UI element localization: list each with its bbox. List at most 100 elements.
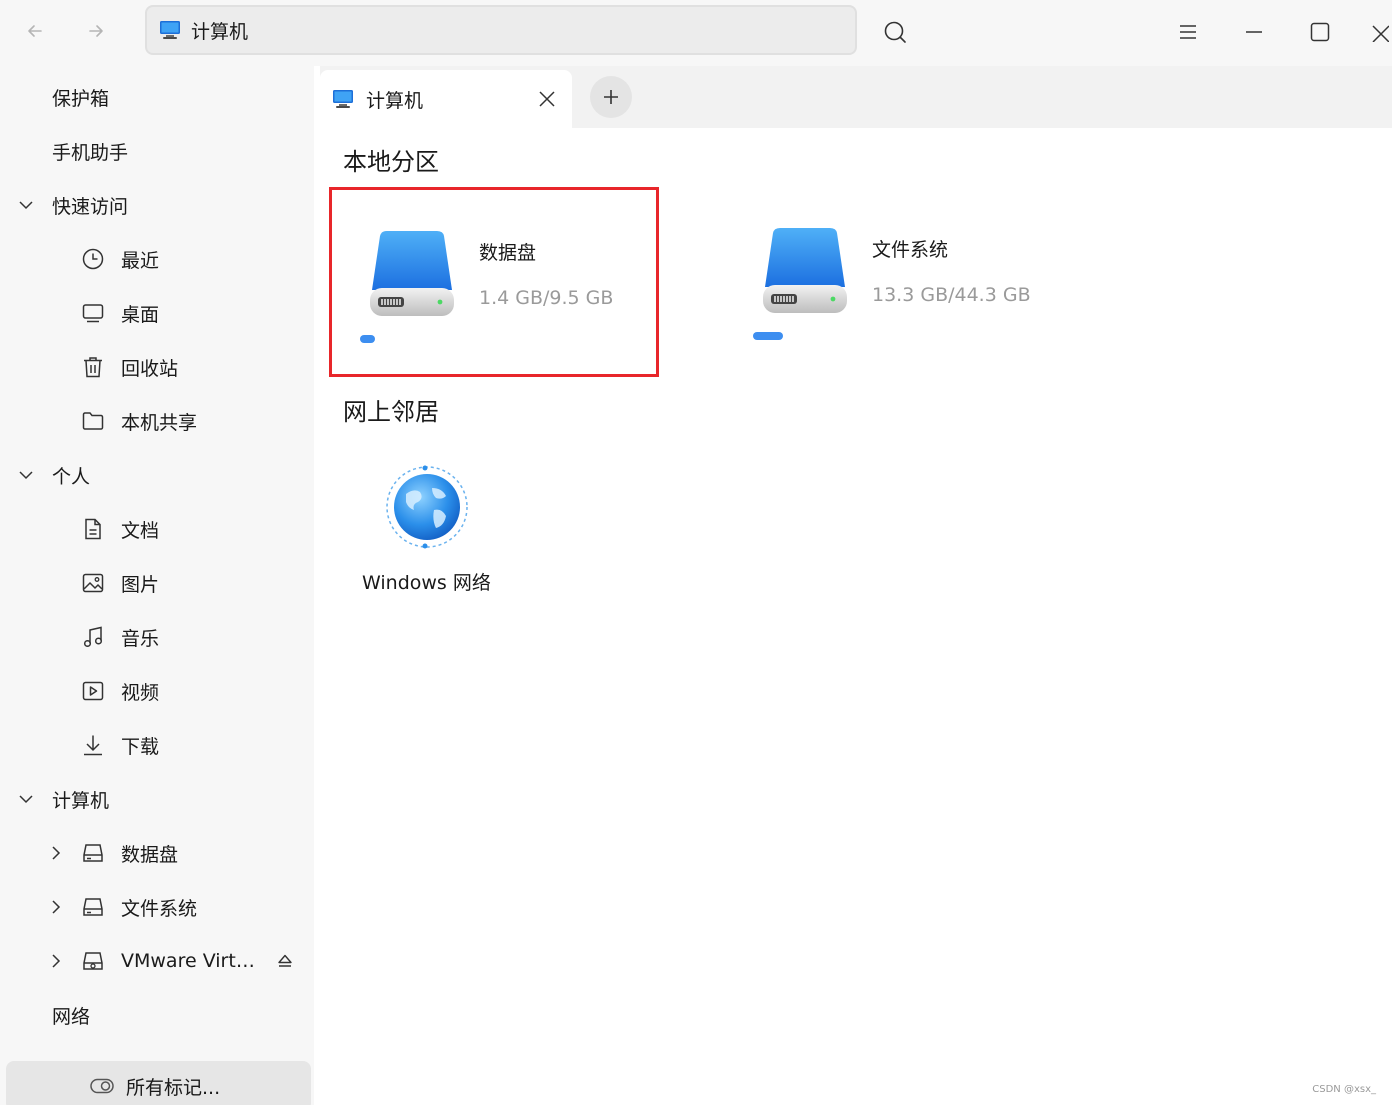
sidebar-group-label: 个人: [52, 465, 91, 488]
sidebar-item-vault[interactable]: 保护箱: [0, 74, 314, 120]
sidebar-item-label: 网络: [52, 1005, 91, 1028]
computer-icon: [333, 90, 353, 108]
sidebar-item-pictures[interactable]: 图片: [0, 560, 314, 606]
sidebar-item-label: 手机助手: [52, 141, 129, 164]
clock-icon: [80, 246, 106, 272]
sidebar-group-quick-access[interactable]: 快速访问: [0, 182, 314, 228]
tab-computer[interactable]: 计算机: [320, 70, 572, 128]
arrow-left-icon: [28, 25, 42, 37]
tag-icon: [90, 1078, 114, 1094]
sidebar-item-label: 最近: [121, 249, 160, 272]
network-item-label: Windows 网络: [362, 572, 491, 594]
image-icon: [80, 570, 106, 596]
all-tags-button[interactable]: 所有标记...: [6, 1061, 311, 1105]
download-icon: [80, 732, 106, 758]
tab-bar: 计算机: [320, 66, 1392, 128]
sidebar-group-label: 计算机: [52, 789, 110, 812]
sidebar-item-documents[interactable]: 文档: [0, 506, 314, 552]
computer-icon: [160, 21, 180, 39]
menu-button[interactable]: [1168, 12, 1208, 52]
sidebar-item-vmware[interactable]: VMware Virt…: [0, 938, 314, 984]
chevron-down-icon[interactable]: [16, 195, 36, 215]
search-icon: [884, 21, 906, 43]
drive-icon: [80, 840, 106, 866]
sidebar-item-desktop[interactable]: 桌面: [0, 290, 314, 336]
chevron-down-icon[interactable]: [16, 465, 36, 485]
chevron-right-icon[interactable]: [46, 897, 66, 917]
usage-bar: [753, 332, 853, 340]
address-text: 计算机: [191, 20, 249, 43]
all-tags-label: 所有标记...: [126, 1076, 221, 1099]
trash-icon: [80, 354, 106, 380]
drive-item-data-disk[interactable]: 数据盘 1.4 GB/9.5 GB: [329, 187, 659, 377]
sidebar-item-label: 文件系统: [121, 897, 198, 920]
watermark: CSDN @xsx_: [1312, 1084, 1376, 1095]
sidebar-group-label: 快速访问: [52, 195, 129, 218]
sidebar-item-data-disk[interactable]: 数据盘: [0, 830, 314, 876]
sidebar-item-label: 保护箱: [52, 87, 110, 110]
sidebar-item-network[interactable]: 网络: [0, 992, 314, 1038]
close-icon: [1372, 25, 1389, 42]
minimize-icon: [1246, 31, 1262, 33]
new-tab-button[interactable]: [590, 76, 632, 118]
sidebar: 保护箱 手机助手 快速访问 最近 桌面 回收站 本机共享 个人 文档 图片 音乐: [0, 66, 314, 1105]
sidebar-group-personal[interactable]: 个人: [0, 452, 314, 498]
sidebar-item-phone-assistant[interactable]: 手机助手: [0, 128, 314, 174]
sidebar-item-local-share[interactable]: 本机共享: [0, 398, 314, 444]
desktop-icon: [80, 300, 106, 326]
address-bar[interactable]: 计算机: [145, 5, 857, 55]
sidebar-item-label: VMware Virt…: [121, 950, 255, 972]
eject-icon[interactable]: [274, 950, 296, 972]
sidebar-item-music[interactable]: 音乐: [0, 614, 314, 660]
chevron-right-icon[interactable]: [46, 843, 66, 863]
optical-drive-icon: [80, 948, 106, 974]
drive-icon: [80, 894, 106, 920]
forward-button[interactable]: [79, 14, 113, 48]
sidebar-item-label: 下载: [121, 735, 160, 758]
tab-label: 计算机: [366, 89, 424, 112]
folder-icon: [80, 408, 106, 434]
sidebar-item-recent[interactable]: 最近: [0, 236, 314, 282]
close-window-button[interactable]: [1366, 12, 1392, 52]
sidebar-item-trash[interactable]: 回收站: [0, 344, 314, 390]
drive-size: 13.3 GB/44.3 GB: [872, 284, 1031, 306]
sidebar-item-label: 视频: [121, 681, 160, 704]
sidebar-item-label: 音乐: [121, 627, 160, 650]
usage-bar: [360, 335, 460, 343]
search-button[interactable]: [875, 12, 915, 52]
network-item-windows[interactable]: Windows 网络: [360, 458, 500, 598]
sidebar-item-label: 桌面: [121, 303, 160, 326]
video-icon: [80, 678, 106, 704]
document-icon: [80, 516, 106, 542]
music-icon: [80, 624, 106, 650]
drive-size: 1.4 GB/9.5 GB: [479, 287, 614, 309]
sidebar-item-label: 文档: [121, 519, 160, 542]
sidebar-item-file-system[interactable]: 文件系统: [0, 884, 314, 930]
maximize-icon: [1310, 22, 1330, 42]
drive-item-file-system[interactable]: 文件系统 13.3 GB/44.3 GB: [725, 187, 1055, 377]
sidebar-item-label: 图片: [121, 573, 160, 596]
usage-bar-fill: [360, 335, 375, 343]
maximize-button[interactable]: [1300, 12, 1340, 52]
back-button[interactable]: [18, 14, 52, 48]
hard-drive-icon: [370, 231, 454, 316]
network-neighborhood-heading: 网上邻居: [343, 398, 439, 426]
arrow-right-icon: [89, 25, 103, 37]
usage-bar-fill: [753, 332, 783, 340]
close-tab-icon[interactable]: [536, 88, 558, 110]
sidebar-item-label: 回收站: [121, 357, 179, 380]
sidebar-item-videos[interactable]: 视频: [0, 668, 314, 714]
hard-drive-icon: [763, 228, 847, 313]
sidebar-group-computer[interactable]: 计算机: [0, 776, 314, 822]
chevron-right-icon[interactable]: [46, 951, 66, 971]
title-bar: 计算机: [0, 0, 1392, 66]
sidebar-item-label: 本机共享: [121, 411, 198, 434]
chevron-down-icon[interactable]: [16, 789, 36, 809]
sidebar-item-label: 数据盘: [121, 843, 179, 866]
hamburger-icon: [1180, 25, 1196, 39]
local-partitions-heading: 本地分区: [343, 148, 439, 176]
plus-icon: [604, 90, 618, 104]
minimize-button[interactable]: [1234, 12, 1274, 52]
drive-name: 数据盘: [479, 242, 537, 264]
sidebar-item-downloads[interactable]: 下载: [0, 722, 314, 768]
